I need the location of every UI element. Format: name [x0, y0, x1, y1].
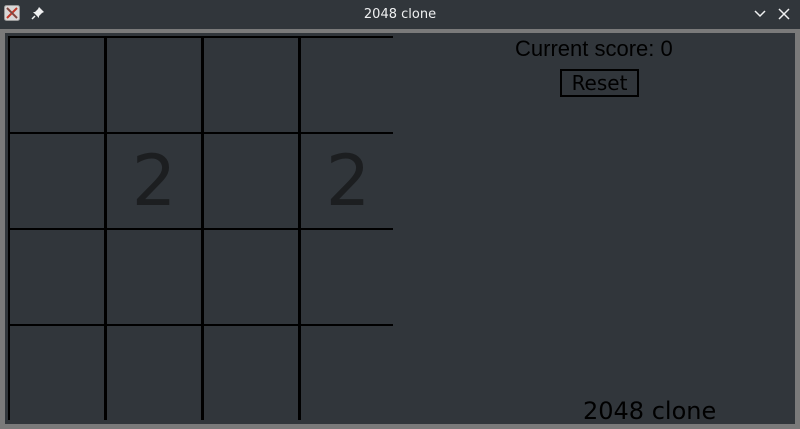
- chevron-down-icon[interactable]: [752, 6, 768, 22]
- window-content: 22 Current score: 0 Reset 2048 clone: [0, 29, 800, 429]
- board-tile: [10, 134, 104, 228]
- board-tile: [301, 230, 395, 324]
- game-board: 22: [8, 36, 395, 420]
- title-bar[interactable]: 2048 clone: [0, 0, 800, 29]
- app-window: 2048 clone 22 Current score: 0 Reset 204…: [0, 0, 800, 429]
- board-tile: [107, 230, 201, 324]
- board-tile: [301, 38, 395, 132]
- board-tile: [107, 326, 201, 420]
- board-tile: [204, 230, 298, 324]
- reset-button[interactable]: Reset: [560, 69, 639, 97]
- score-label: Current score: 0: [515, 36, 673, 61]
- close-icon[interactable]: [776, 6, 792, 22]
- board-tile: [204, 326, 298, 420]
- footer-label: 2048 clone: [583, 397, 717, 425]
- board-tile: 2: [301, 134, 395, 228]
- board-tile: [204, 38, 298, 132]
- board-tile: [10, 326, 104, 420]
- board-tile: [301, 326, 395, 420]
- board-tile: [107, 38, 201, 132]
- window-title: 2048 clone: [363, 7, 437, 22]
- board-tile: [204, 134, 298, 228]
- board-tile: 2: [107, 134, 201, 228]
- board-tile: [10, 230, 104, 324]
- board-tile: [10, 38, 104, 132]
